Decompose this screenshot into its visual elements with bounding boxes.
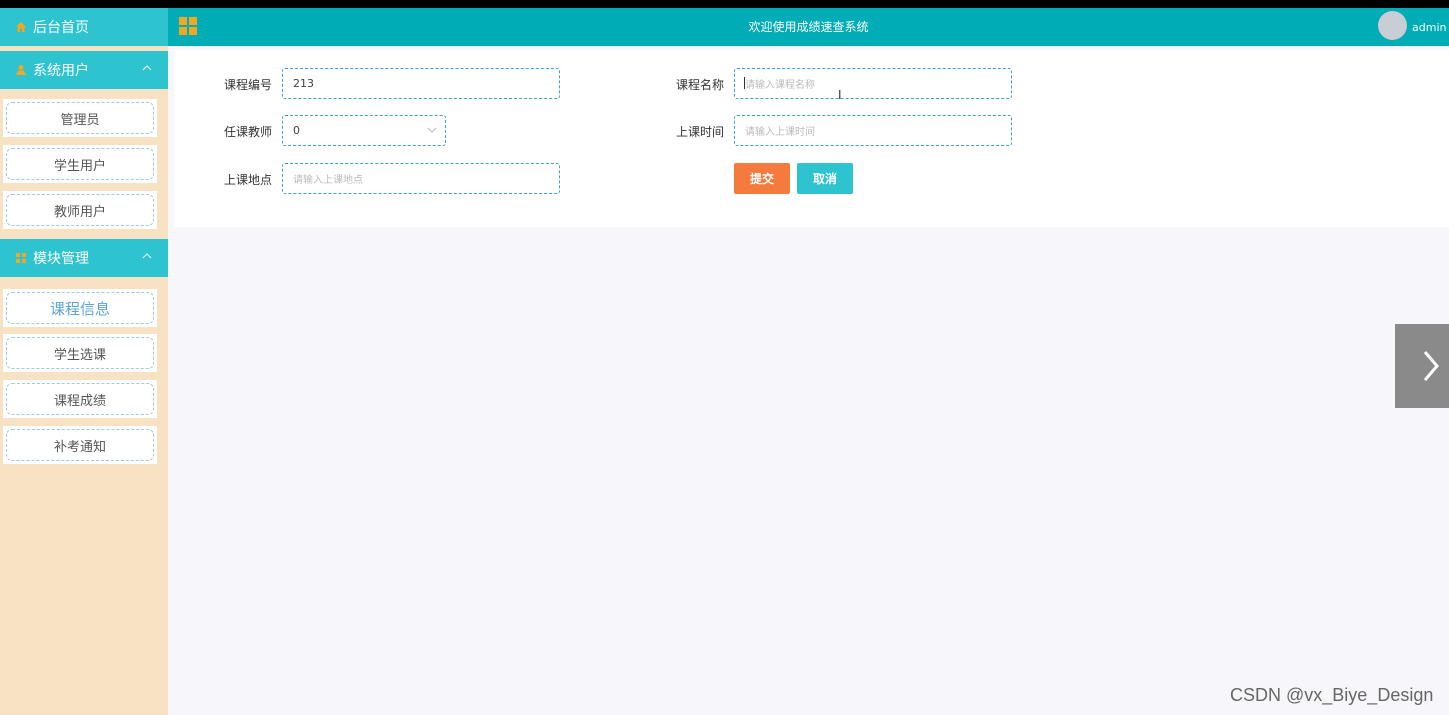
sidebar-item-course-info[interactable]: 课程信息 bbox=[3, 289, 157, 327]
sidebar-item-teacher-users[interactable]: 教师用户 bbox=[3, 191, 157, 229]
grid-icon bbox=[14, 251, 28, 265]
course-no-label: 课程编号 bbox=[224, 78, 273, 92]
sidebar-group-module-management[interactable]: 模块管理 bbox=[0, 239, 168, 277]
teacher-select[interactable]: 0 bbox=[282, 115, 446, 146]
teacher-select-value: 0 bbox=[293, 124, 300, 137]
cursor-ibeam-icon: Ⅰ bbox=[838, 88, 842, 102]
sidebar-item-student-users[interactable]: 学生用户 bbox=[3, 145, 157, 183]
class-place-label: 上课地点 bbox=[224, 173, 273, 187]
sidebar-item-makeup-notice[interactable]: 补考通知 bbox=[3, 426, 157, 464]
submit-button[interactable]: 提交 bbox=[734, 163, 790, 194]
username[interactable]: admin bbox=[1412, 21, 1446, 34]
home-icon bbox=[14, 20, 28, 34]
sidebar: 后台首页 系统用户 管理员 学生用户 教师用户 模块管理 课程信息 学生选课 课… bbox=[0, 8, 168, 715]
class-time-label: 上课时间 bbox=[676, 125, 725, 139]
chevron-right-icon bbox=[1423, 351, 1439, 381]
avatar[interactable] bbox=[1378, 11, 1407, 40]
watermark: CSDN @vx_Biye_Design bbox=[1230, 685, 1434, 705]
sidebar-group-label: 系统用户 bbox=[33, 63, 89, 79]
course-name-input[interactable]: 请输入课程名称 bbox=[734, 68, 1012, 99]
top-header: 欢迎使用成绩速查系统 admin bbox=[168, 8, 1449, 46]
cancel-button[interactable]: 取消 bbox=[797, 163, 853, 194]
next-arrow-button[interactable] bbox=[1395, 324, 1449, 408]
text-caret bbox=[744, 77, 745, 89]
sidebar-home[interactable]: 后台首页 bbox=[0, 8, 168, 46]
sidebar-group-system-users[interactable]: 系统用户 bbox=[0, 51, 168, 89]
sidebar-home-label: 后台首页 bbox=[33, 20, 89, 36]
chevron-up-icon bbox=[142, 253, 152, 259]
sidebar-item-admin[interactable]: 管理员 bbox=[3, 99, 157, 137]
course-no-input[interactable]: 213 bbox=[282, 68, 560, 99]
top-strip bbox=[0, 0, 1449, 8]
teacher-label: 任课教师 bbox=[224, 125, 273, 139]
sidebar-group-label: 模块管理 bbox=[33, 251, 89, 267]
chevron-down-icon bbox=[427, 127, 437, 133]
header-title: 欢迎使用成绩速查系统 bbox=[748, 20, 869, 34]
class-time-input[interactable]: 请输入上课时间 bbox=[734, 115, 1012, 146]
user-icon bbox=[14, 63, 28, 77]
sidebar-item-course-grades[interactable]: 课程成绩 bbox=[3, 380, 157, 418]
course-name-label: 课程名称 bbox=[676, 78, 725, 92]
chevron-up-icon bbox=[142, 65, 152, 71]
sidebar-item-course-selection[interactable]: 学生选课 bbox=[3, 334, 157, 372]
class-place-input[interactable]: 请输入上课地点 bbox=[282, 163, 560, 194]
